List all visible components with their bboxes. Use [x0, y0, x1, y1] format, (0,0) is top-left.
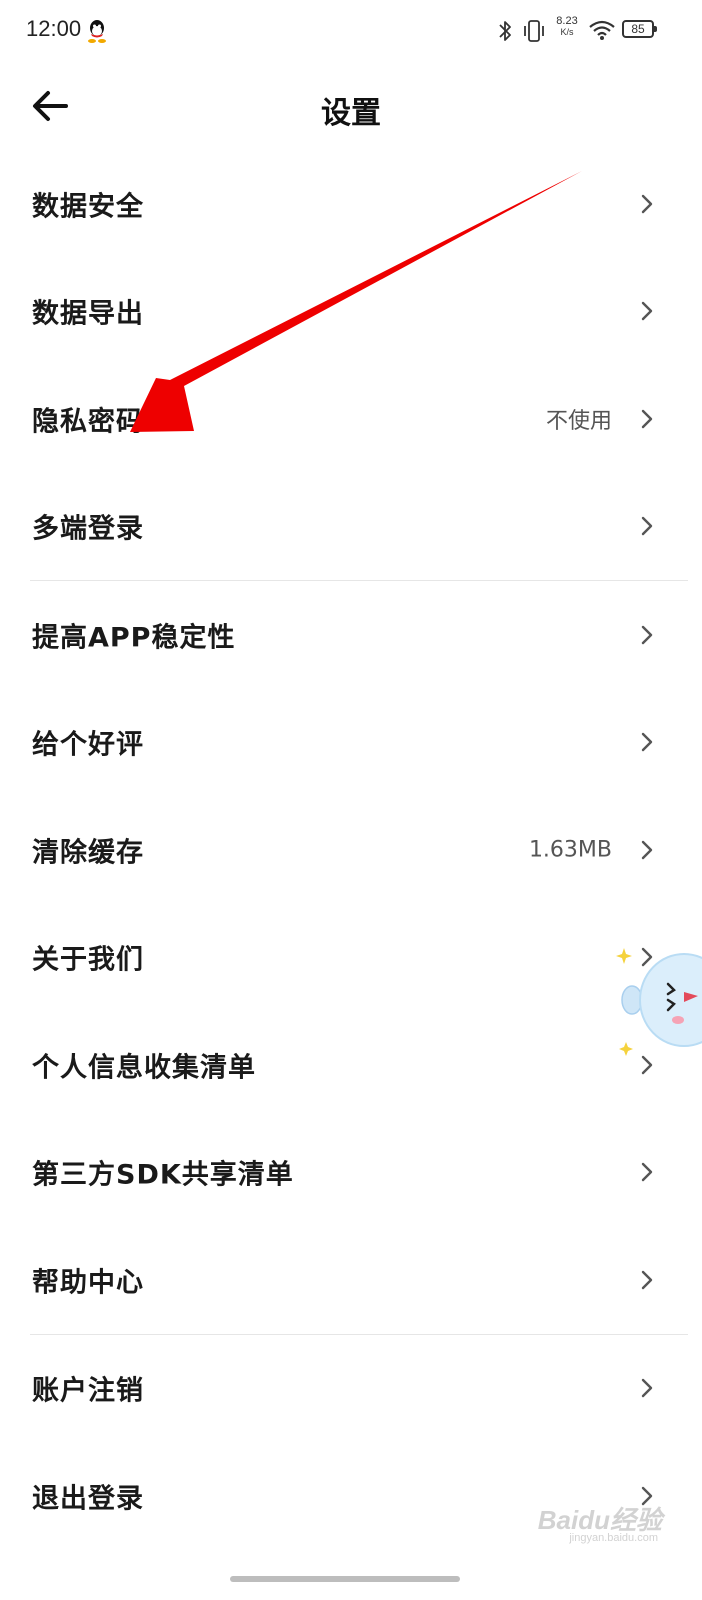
- home-indicator[interactable]: [230, 1576, 460, 1582]
- settings-item-help-center[interactable]: 帮助中心: [0, 1226, 702, 1334]
- settings-item-label: 多端登录: [32, 513, 144, 545]
- settings-item-app-stability[interactable]: 提高APP稳定性: [0, 581, 702, 689]
- chevron-right-icon: [641, 517, 653, 536]
- chevron-right-icon: [641, 302, 653, 321]
- watermark-subtext: jingyan.baidu.com: [569, 1532, 658, 1544]
- settings-item-label: 关于我们: [32, 944, 144, 976]
- settings-item-label: 个人信息收集清单: [32, 1052, 256, 1084]
- chevron-right-icon: [641, 1379, 653, 1398]
- chevron-right-icon: [641, 1163, 653, 1182]
- settings-item-third-party-sdk-list[interactable]: 第三方SDK共享清单: [0, 1119, 702, 1227]
- settings-item-label: 账户注销: [32, 1375, 144, 1407]
- status-bar: 12:00 8.23 K/s 85: [0, 0, 702, 64]
- settings-item-value: 不使用: [545, 408, 612, 434]
- settings-item-rate-app[interactable]: 给个好评: [0, 689, 702, 797]
- settings-item-label: 提高APP稳定性: [32, 622, 236, 654]
- settings-item-label: 帮助中心: [32, 1267, 144, 1299]
- watermark: Baidu经验 jingyan.baidu.com: [537, 1500, 662, 1544]
- chevron-right-icon: [641, 194, 653, 213]
- settings-item-data-security[interactable]: 数据安全: [0, 150, 702, 258]
- floating-mascot-icon[interactable]: [612, 940, 702, 1060]
- net-speed: 8.23 K/s: [552, 16, 582, 38]
- top-app-bar: 设置: [0, 64, 702, 154]
- settings-item-label: 数据导出: [32, 298, 144, 330]
- settings-item-multi-device-login[interactable]: 多端登录: [0, 473, 702, 581]
- vibrate-icon: [524, 20, 544, 42]
- settings-list: 数据安全 数据导出 隐私密码 不使用 多端登录 提高APP稳定性 给个好评 清除…: [0, 150, 702, 1550]
- chevron-right-icon: [641, 409, 653, 428]
- settings-item-about-us[interactable]: 关于我们: [0, 904, 702, 1012]
- settings-item-label: 退出登录: [32, 1483, 144, 1515]
- settings-item-label: 给个好评: [32, 729, 144, 761]
- chevron-right-icon: [641, 840, 653, 859]
- net-speed-value: 8.23: [556, 15, 578, 27]
- battery-icon: 85: [622, 20, 657, 38]
- wifi-icon: [589, 20, 615, 40]
- settings-item-label: 隐私密码: [32, 406, 144, 438]
- settings-item-privacy-password[interactable]: 隐私密码 不使用: [0, 365, 702, 473]
- settings-item-label: 第三方SDK共享清单: [32, 1159, 294, 1191]
- page-title: 设置: [321, 96, 381, 131]
- chevron-right-icon: [641, 625, 653, 644]
- net-speed-unit: K/s: [560, 27, 574, 37]
- qq-icon: [88, 20, 106, 43]
- watermark-text: Baidu经验: [537, 1505, 662, 1535]
- bluetooth-icon: [499, 21, 511, 41]
- settings-item-clear-cache[interactable]: 清除缓存 1.63MB: [0, 796, 702, 904]
- status-time: 12:00: [26, 16, 82, 41]
- chevron-right-icon: [641, 733, 653, 752]
- settings-item-label: 清除缓存: [32, 837, 144, 869]
- settings-item-delete-account[interactable]: 账户注销: [0, 1335, 702, 1443]
- settings-item-data-export[interactable]: 数据导出: [0, 258, 702, 366]
- settings-item-value: 1.63MB: [528, 837, 612, 863]
- chevron-right-icon: [641, 1270, 653, 1289]
- settings-item-label: 数据安全: [32, 191, 144, 223]
- settings-item-personal-info-list[interactable]: 个人信息收集清单: [0, 1011, 702, 1119]
